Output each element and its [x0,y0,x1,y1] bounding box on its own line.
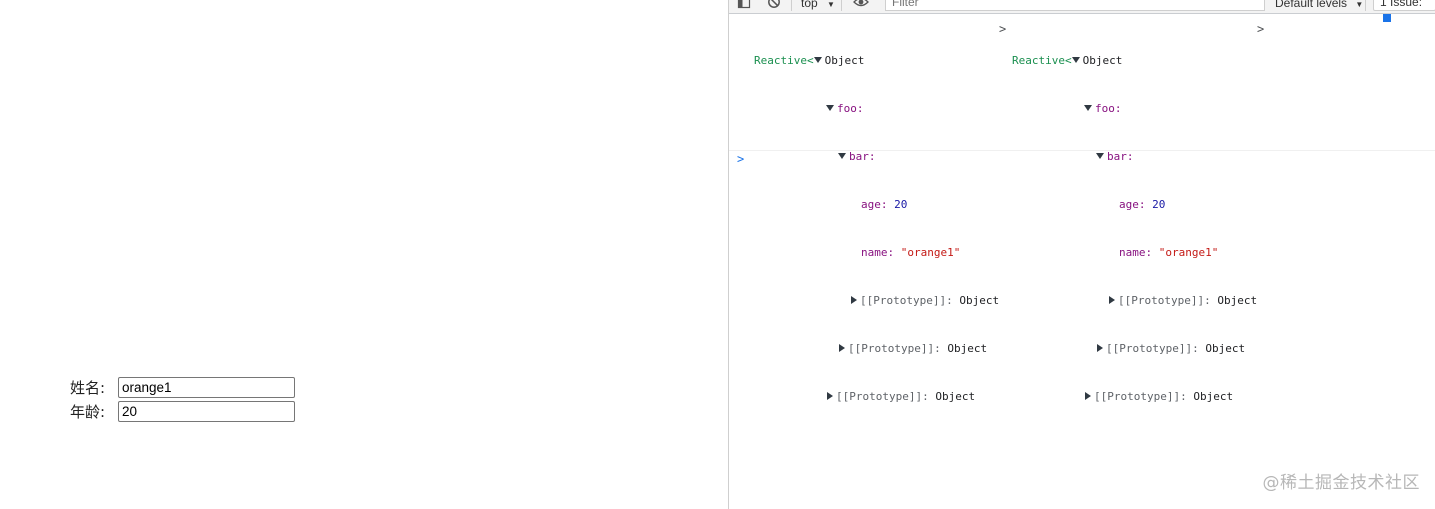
tree-row-prototype[interactable]: [[Prototype]]: Object [754,341,999,357]
tree-row-prototype[interactable]: [[Prototype]]: Object [1012,389,1257,405]
prototype-label: [[Prototype]]: [1118,294,1211,307]
tree-row-foo[interactable]: foo: [1012,101,1257,117]
log-levels-label: Default levels [1275,0,1348,10]
root-type: Object [1082,54,1123,67]
name-label: 姓名: [70,378,106,397]
log-entry-1[interactable]: Reactive< Object foo: bar: age: 20 name: … [754,21,999,437]
collapsed-triangle-icon [1109,296,1115,304]
chevron-down-icon: ▼ [827,0,835,9]
age-key: age: [1119,198,1146,211]
expanded-triangle-icon [1071,57,1080,63]
devtools-panel: top ▼ Filter Default levels ▼ 1 Issue: R… [728,0,1435,509]
context-label: top [801,0,818,10]
expanded-triangle-icon [838,153,846,159]
prototype-value: Object [959,294,1000,307]
issues-label: 1 Issue: [1380,0,1423,9]
tree-row-prototype[interactable]: [[Prototype]]: Object [1012,293,1257,309]
foo-key: foo: [837,102,864,115]
prototype-value: Object [1205,342,1246,355]
collapsed-triangle-icon [1097,344,1103,352]
collapsed-triangle-icon [1085,392,1091,400]
prototype-label: [[Prototype]]: [836,390,929,403]
issues-button[interactable]: 1 Issue: [1373,0,1435,22]
sidebar-toggle-icon[interactable] [737,0,751,9]
tree-row-age: age: 20 [1012,197,1257,213]
log-levels-dropdown[interactable]: Default levels ▼ [1275,0,1363,10]
toolbar-divider [1365,0,1366,11]
filter-placeholder: Filter [892,0,919,9]
tree-row-prototype[interactable]: [[Prototype]]: Object [1012,341,1257,357]
tree-row-prototype[interactable]: [[Prototype]]: Object [754,293,999,309]
foo-key: foo: [1095,102,1122,115]
age-value: 20 [1152,198,1166,211]
age-key: age: [861,198,888,211]
collapsed-triangle-icon [839,344,845,352]
bar-key: bar: [849,150,876,163]
expanded-triangle-icon [813,57,822,63]
prototype-value: Object [1217,294,1258,307]
age-row: 年龄: [70,400,295,422]
tree-row-root[interactable]: Reactive< Object [1012,53,1257,69]
root-type: Object [824,54,865,67]
name-key: name: [1119,246,1153,259]
reactive-prefix: Reactive< [1012,54,1072,67]
chevron-down-icon: ▼ [1355,0,1364,9]
toolbar-divider [841,0,842,11]
prototype-label: [[Prototype]]: [848,342,941,355]
expanded-triangle-icon [1096,153,1104,159]
prototype-value: Object [947,342,988,355]
age-value: 20 [894,198,908,211]
toolbar-divider [791,0,792,11]
tree-row-name: name: "orange1" [754,245,999,261]
name-value: "orange1" [1158,246,1219,259]
filter-input[interactable]: Filter [885,0,1265,11]
name-value: "orange1" [900,246,961,259]
log-entry-2[interactable]: Reactive< Object foo: bar: age: 20 name: … [1012,21,1257,437]
prototype-value: Object [1193,390,1234,403]
collapsed-triangle-icon [851,296,857,304]
name-key: name: [861,246,895,259]
log-entry-2-close: > [1257,22,1265,36]
expanded-triangle-icon [826,105,834,111]
context-selector[interactable]: top ▼ [801,0,835,10]
bar-key: bar: [1107,150,1134,163]
console-toolbar: top ▼ Filter Default levels ▼ 1 Issue: [729,0,1435,22]
age-input[interactable] [118,400,295,422]
user-form: 姓名: 年龄: [70,376,295,424]
prototype-label: [[Prototype]]: [1106,342,1199,355]
log-entry-1-close: > [999,22,1007,36]
tree-row-prototype[interactable]: [[Prototype]]: Object [754,389,999,405]
expanded-triangle-icon [1084,105,1092,111]
tree-row-foo[interactable]: foo: [754,101,999,117]
tree-row-bar[interactable]: bar: [754,149,999,165]
clear-console-icon[interactable] [767,0,781,9]
page-viewport: 姓名: 年龄: [0,0,728,509]
name-row: 姓名: [70,376,295,398]
prototype-label: [[Prototype]]: [1094,390,1187,403]
collapsed-triangle-icon [827,392,833,400]
age-label: 年龄: [70,402,106,421]
tree-row-root[interactable]: Reactive< Object [754,53,999,69]
reactive-prefix: Reactive< [754,54,814,67]
prototype-label: [[Prototype]]: [860,294,953,307]
eye-icon[interactable] [853,0,869,9]
name-input[interactable] [118,376,295,398]
tree-row-bar[interactable]: bar: [1012,149,1257,165]
watermark: @稀土掘金技术社区 [1262,473,1420,493]
console-log-row: Reactive< Object foo: bar: age: 20 name: … [729,14,1435,403]
prototype-value: Object [935,390,976,403]
tree-row-name: name: "orange1" [1012,245,1257,261]
tree-row-age: age: 20 [754,197,999,213]
console-prompt[interactable]: > [737,152,744,166]
